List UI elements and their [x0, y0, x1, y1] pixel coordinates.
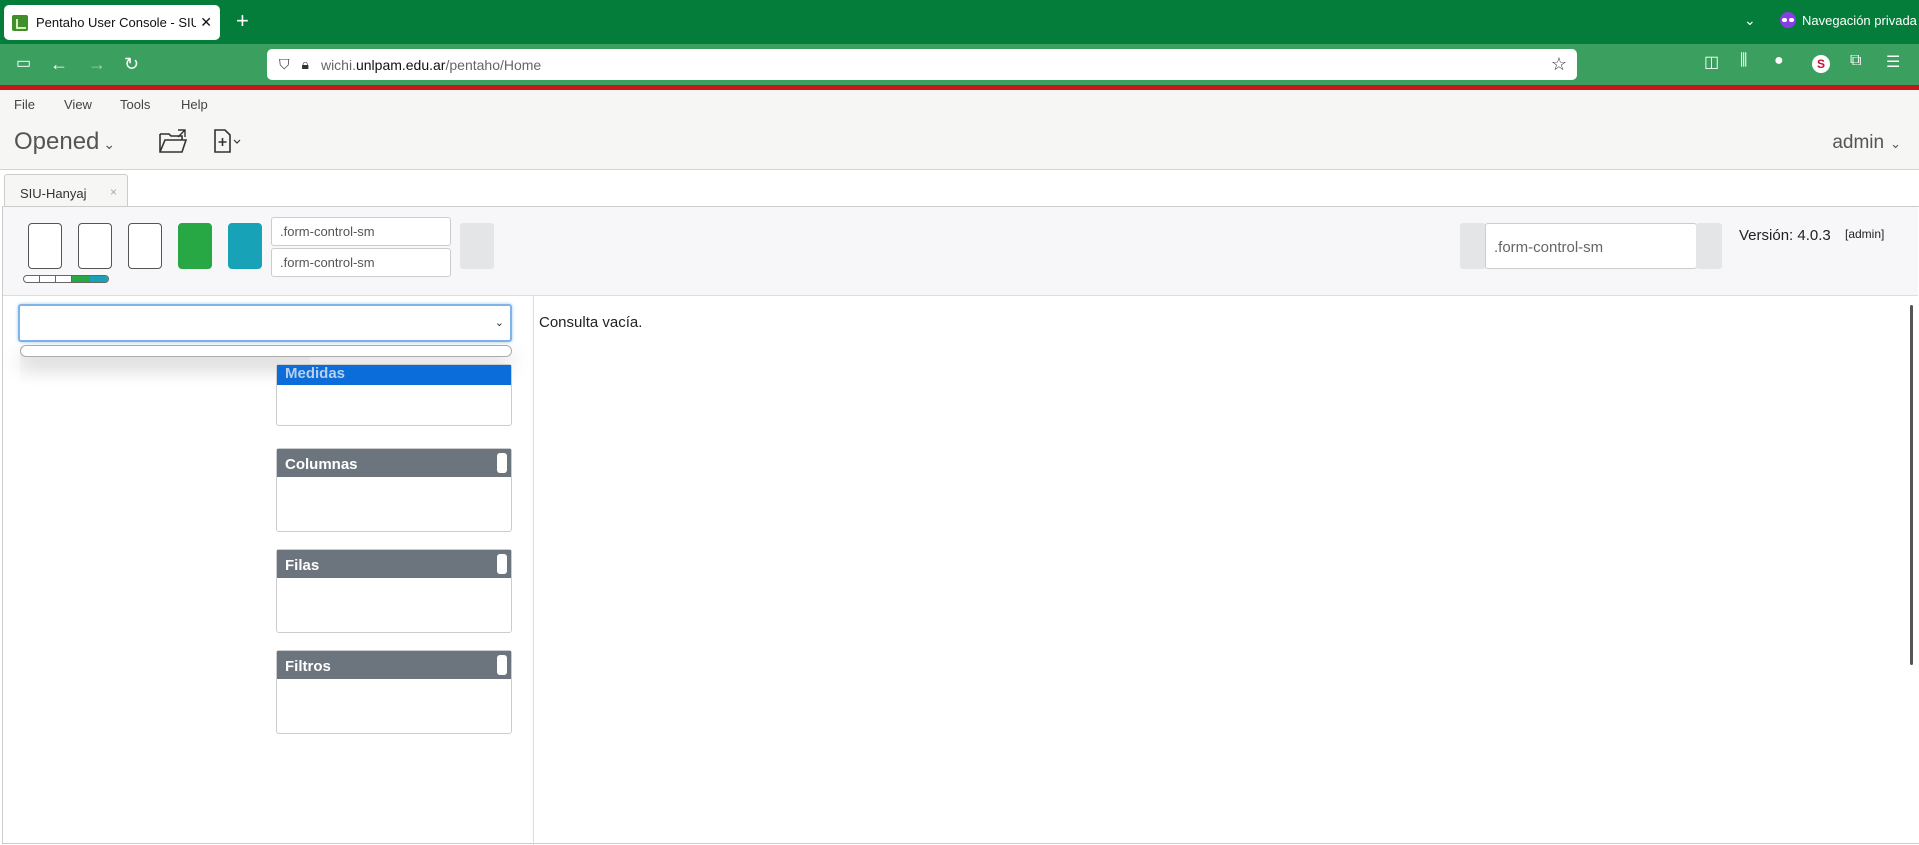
- empty-query-text: Consulta vacía.: [539, 314, 643, 331]
- browser-nav-bar: ▭ ← → ↻ ⛉ 🔒︎ wichi. unlpam.edu.ar/pentaho…: [0, 44, 1919, 85]
- back-icon[interactable]: ←: [50, 53, 68, 75]
- axis-columns-header[interactable]: Columnas: [277, 449, 511, 477]
- browser-tab-bar: Pentaho User Console - SIU-Ha ✕ + ⌄ Nave…: [0, 0, 1919, 44]
- axis-toggle-button[interactable]: [497, 655, 507, 675]
- document-tab-strip: SIU-Hanyaj ×: [0, 170, 1919, 207]
- app-menu-icon[interactable]: ☰: [1886, 52, 1900, 72]
- bookmark-star-icon[interactable]: ☆: [1551, 54, 1567, 75]
- lock-icon[interactable]: 🔒︎: [302, 56, 309, 73]
- axis-filters[interactable]: Filtros: [276, 650, 512, 734]
- axis-measures[interactable]: Medidas: [276, 364, 512, 426]
- pentaho-favicon-icon: [12, 14, 28, 31]
- menu-file[interactable]: File: [14, 97, 35, 112]
- toolbar-button-info[interactable]: [228, 223, 262, 269]
- saiku-frame: .form-control-sm .form-control-sm .form-…: [2, 206, 1919, 845]
- perspective-selector[interactable]: Opened ⌄: [14, 128, 115, 156]
- toolbar-button-1[interactable]: [28, 223, 62, 269]
- user-name: admin: [1832, 132, 1885, 153]
- shield-icon[interactable]: ⛉: [279, 56, 290, 73]
- perspective-label: Opened: [14, 128, 100, 155]
- main-toolbar: Opened ⌄ admin ⌄: [0, 118, 1919, 170]
- search-prepend-button[interactable]: [1460, 223, 1486, 269]
- document-tab[interactable]: SIU-Hanyaj ×: [4, 174, 128, 207]
- mini-seg-2[interactable]: [40, 276, 56, 282]
- url-domain: unlpam.edu.ar: [355, 56, 446, 73]
- panel-divider[interactable]: [533, 296, 534, 845]
- toolbar-button-3[interactable]: [128, 223, 162, 269]
- cube-dropdown-list[interactable]: [20, 345, 512, 357]
- menu-view[interactable]: View: [64, 97, 92, 112]
- url-prefix: wichi.: [320, 56, 356, 73]
- close-icon[interactable]: ×: [110, 185, 117, 199]
- axis-toggle-button[interactable]: [497, 554, 507, 574]
- menu-tools[interactable]: Tools: [120, 97, 150, 112]
- axis-rows-label: Filas: [285, 557, 320, 574]
- extensions-icon[interactable]: ⧉: [1850, 52, 1861, 70]
- scrollbar[interactable]: [1910, 305, 1913, 665]
- axis-toggle-button[interactable]: [497, 453, 507, 473]
- axis-columns[interactable]: Columnas: [276, 448, 512, 532]
- search-input[interactable]: .form-control-sm: [1485, 223, 1697, 269]
- input-bottom[interactable]: .form-control-sm: [271, 248, 451, 277]
- new-file-icon[interactable]: [212, 128, 242, 154]
- axis-measures-header[interactable]: Medidas: [277, 365, 511, 385]
- library-icon[interactable]: ⫼: [1740, 52, 1747, 70]
- saiku-toolbar: .form-control-sm .form-control-sm .form-…: [3, 207, 1918, 296]
- chevron-down-icon[interactable]: ⌄: [1744, 12, 1756, 29]
- plus-icon[interactable]: +: [236, 10, 249, 32]
- axis-rows-header[interactable]: Filas: [277, 550, 511, 578]
- chevron-down-icon: ⌄: [1890, 136, 1901, 151]
- toolbar-button-2[interactable]: [78, 223, 112, 269]
- reload-icon[interactable]: ↻: [124, 53, 139, 75]
- url-bar[interactable]: ⛉ 🔒︎ wichi. unlpam.edu.ar/pentaho/Home ☆: [267, 49, 1577, 80]
- axis-filters-header[interactable]: Filtros: [277, 651, 511, 679]
- search-append-button[interactable]: [1696, 223, 1722, 269]
- browser-tab-title: Pentaho User Console - SIU-Ha: [36, 15, 197, 30]
- forward-icon[interactable]: →: [88, 53, 106, 75]
- pentaho-app: File View Tools Help Opened ⌄ admin ⌄ SIU-…: [0, 90, 1919, 845]
- pocket-icon[interactable]: ◫: [1704, 52, 1719, 72]
- private-label: Navegación privada: [1802, 12, 1917, 28]
- chevron-down-icon: ⌄: [494, 317, 504, 329]
- extension-s-icon[interactable]: S: [1812, 55, 1830, 73]
- mini-button-group: [23, 275, 109, 283]
- admin-tag: [admin]: [1845, 227, 1885, 241]
- gray-action-button[interactable]: [460, 223, 494, 269]
- close-icon[interactable]: ✕: [200, 14, 212, 31]
- user-menu[interactable]: admin ⌄: [1832, 132, 1901, 154]
- input-top[interactable]: .form-control-sm: [271, 217, 451, 246]
- account-icon[interactable]: ●: [1774, 52, 1784, 70]
- axis-filters-label: Filtros: [285, 658, 331, 675]
- mini-seg-green[interactable]: [72, 276, 90, 282]
- url-path: /pentaho/Home: [445, 56, 542, 73]
- mini-seg-teal[interactable]: [90, 276, 108, 282]
- open-folder-icon[interactable]: [158, 128, 188, 154]
- version-label: Versión: 4.0.3: [1739, 227, 1831, 244]
- chevron-down-icon: ⌄: [103, 136, 116, 152]
- axis-rows[interactable]: Filas: [276, 549, 512, 633]
- private-mask-icon: [1780, 12, 1796, 28]
- mini-seg-3[interactable]: [56, 276, 72, 282]
- mini-seg-1[interactable]: [24, 276, 40, 282]
- menu-help[interactable]: Help: [181, 97, 208, 112]
- toolbar-button-success[interactable]: [178, 223, 212, 269]
- menu-bar: File View Tools Help: [0, 90, 1919, 118]
- sidebar-icon[interactable]: ▭: [16, 53, 31, 75]
- browser-tab[interactable]: Pentaho User Console - SIU-Ha ✕: [4, 5, 220, 40]
- cube-select[interactable]: ⌄: [18, 304, 512, 342]
- private-browsing-indicator: Navegación privada: [1780, 12, 1917, 28]
- document-tab-label: SIU-Hanyaj: [20, 186, 87, 201]
- axis-columns-label: Columnas: [285, 456, 358, 473]
